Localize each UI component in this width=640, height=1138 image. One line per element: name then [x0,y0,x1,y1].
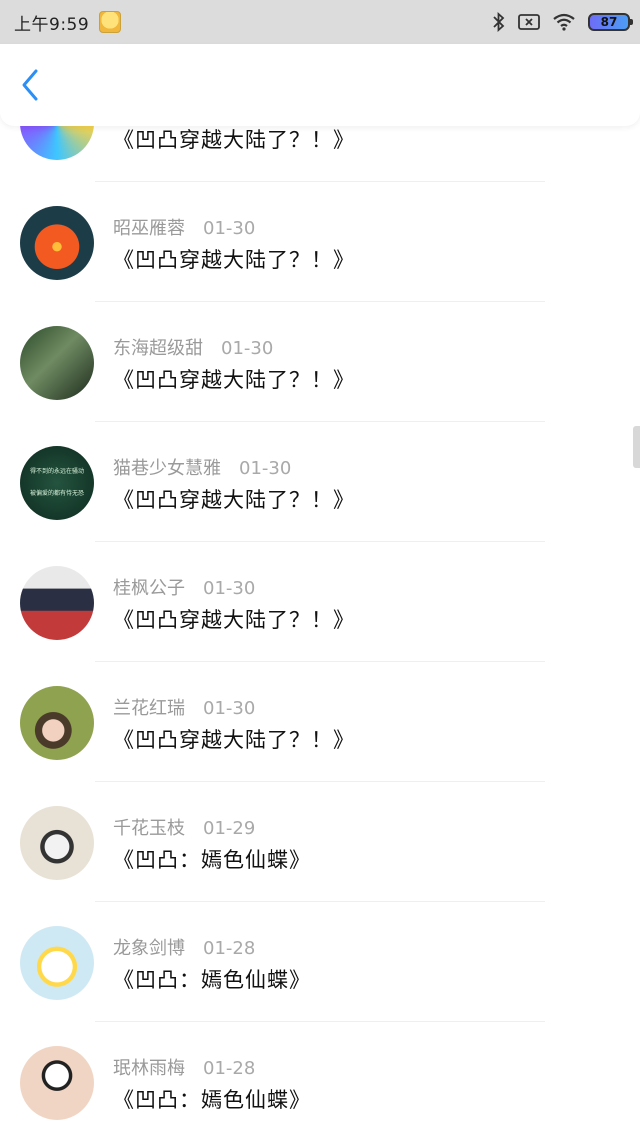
avatar-caption: 被偏爱的都有恃无恐 [29,490,84,497]
comment-text[interactable]: 《凹凸：嫣色仙蝶》 [113,844,311,874]
comment-date: 01-30 [203,698,256,719]
wifi-icon [552,13,576,31]
comment-meta: 千花玉枝 01-29 [113,814,255,840]
comment-list[interactable]: 《凹凸穿越大陆了？！》 昭巫雁蓉 01-30 《凹凸穿越大陆了？！》 东海超级甜 0… [0,126,640,1138]
list-item[interactable]: 《凹凸穿越大陆了？！》 [0,126,640,182]
sim-off-icon [518,13,540,31]
bluetooth-icon [492,12,506,32]
comment-text[interactable]: 《凹凸穿越大陆了？！》 [113,244,355,274]
user-name[interactable]: 桂枫公子 [113,578,185,599]
comment-text[interactable]: 《凹凸穿越大陆了？！》 [113,484,355,514]
comment-meta: 昭巫雁蓉 01-30 [113,214,255,240]
user-name[interactable]: 猫巷少女慧雅 [113,458,221,479]
user-name[interactable]: 兰花红瑞 [113,698,185,719]
comment-text[interactable]: 《凹凸：嫣色仙蝶》 [113,964,311,994]
list-item[interactable]: 珉林雨梅 01-28 《凹凸：嫣色仙蝶》 [0,1022,640,1138]
list-item[interactable]: 兰花红瑞 01-30 《凹凸穿越大陆了？！》 [0,662,640,782]
comment-date: 01-28 [203,1058,256,1079]
list-item[interactable]: 东海超级甜 01-30 《凹凸穿越大陆了？！》 [0,302,640,422]
user-name[interactable]: 珉林雨梅 [113,1058,185,1079]
comment-date: 01-30 [203,218,256,239]
comment-text[interactable]: 《凹凸穿越大陆了？！》 [113,604,355,634]
status-icons: 87 [492,12,633,32]
avatar[interactable] [20,206,94,280]
comment-meta: 珉林雨梅 01-28 [113,1054,255,1080]
avatar[interactable] [20,686,94,760]
list-item[interactable]: 得不到的永远在骚动 被偏爱的都有恃无恐 猫巷少女慧雅 01-30 《凹凸穿越大陆了… [0,422,640,542]
avatar[interactable]: 得不到的永远在骚动 被偏爱的都有恃无恐 [20,446,94,520]
comment-date: 01-29 [203,818,256,839]
avatar[interactable] [20,926,94,1000]
battery-icon: 87 [588,13,633,31]
comment-meta: 龙象剑博 01-28 [113,934,255,960]
comment-meta: 桂枫公子 01-30 [113,574,255,600]
comment-date: 01-30 [203,578,256,599]
comment-meta: 兰花红瑞 01-30 [113,694,255,720]
comment-text[interactable]: 《凹凸穿越大陆了？！》 [113,126,355,154]
user-name[interactable]: 昭巫雁蓉 [113,218,185,239]
battery-level: 87 [600,15,618,29]
comment-text[interactable]: 《凹凸：嫣色仙蝶》 [113,1084,311,1114]
comment-list-content: 《凹凸穿越大陆了？！》 昭巫雁蓉 01-30 《凹凸穿越大陆了？！》 东海超级甜 0… [0,126,640,1138]
list-item[interactable]: 昭巫雁蓉 01-30 《凹凸穿越大陆了？！》 [0,182,640,302]
comment-date: 01-30 [221,338,274,359]
avatar[interactable] [20,126,94,160]
avatar[interactable] [20,1046,94,1120]
list-item[interactable]: 千花玉枝 01-29 《凹凸：嫣色仙蝶》 [0,782,640,902]
notification-emoji-icon [99,11,122,33]
avatar[interactable] [20,326,94,400]
comment-text[interactable]: 《凹凸穿越大陆了？！》 [113,364,355,394]
comment-date: 01-28 [203,938,256,959]
nav-bar [0,44,640,126]
chevron-left-icon [22,69,38,101]
scrollbar-thumb[interactable] [633,426,640,468]
back-button[interactable] [20,65,50,105]
user-name[interactable]: 龙象剑博 [113,938,185,959]
comment-meta: 猫巷少女慧雅 01-30 [113,454,291,480]
list-item[interactable]: 桂枫公子 01-30 《凹凸穿越大陆了？！》 [0,542,640,662]
avatar[interactable] [20,806,94,880]
status-bar: 上午9:59 87 [0,0,640,44]
status-time: 上午9:59 [14,14,90,35]
avatar-caption: 得不到的永远在骚动 [29,468,84,475]
comment-date: 01-30 [239,458,292,479]
user-name[interactable]: 千花玉枝 [113,818,185,839]
list-item[interactable]: 龙象剑博 01-28 《凹凸：嫣色仙蝶》 [0,902,640,1022]
comment-meta: 东海超级甜 01-30 [113,334,273,360]
user-name[interactable]: 东海超级甜 [113,338,203,359]
avatar[interactable] [20,566,94,640]
comment-text[interactable]: 《凹凸穿越大陆了？！》 [113,724,355,754]
